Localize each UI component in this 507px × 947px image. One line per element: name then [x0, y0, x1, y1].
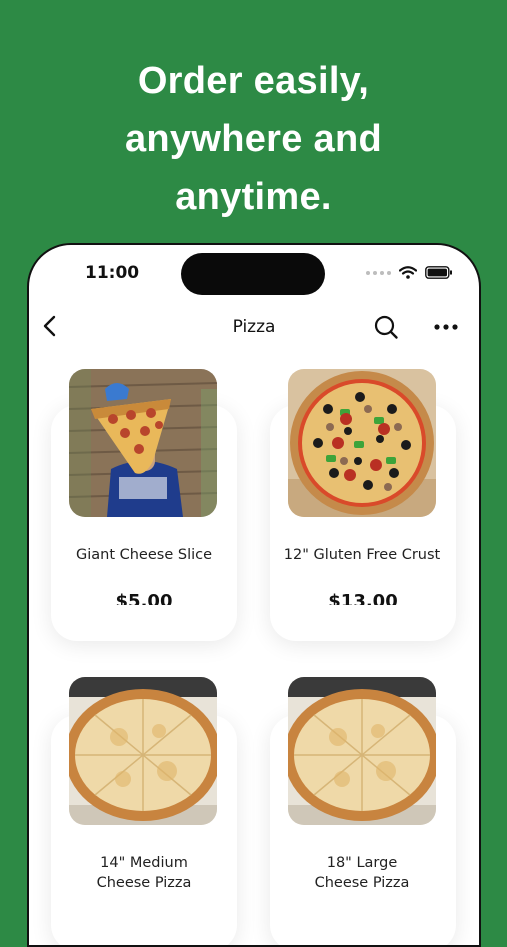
product-image-medium-cheese-pizza [69, 677, 217, 825]
product-price: $13.00 [328, 591, 398, 605]
product-price-clip: $13.00 [283, 591, 443, 605]
product-name-line-2: Cheese Pizza [96, 875, 192, 891]
product-price-clip: $5.00 [64, 591, 224, 605]
product-image-gluten-free-crust [288, 369, 436, 517]
more-horizontal-icon[interactable] [433, 319, 459, 335]
hero-line-1: Order easily, [137, 60, 370, 102]
hero-line-2: anywhere and [124, 118, 383, 160]
product-name-line-1: 18" Large [326, 855, 398, 871]
signal-icon [366, 270, 391, 275]
page-title: Pizza [232, 317, 276, 337]
battery-icon [425, 266, 452, 279]
product-name: 18" Large Cheese Pizza [262, 853, 462, 893]
product-name: Giant Cheese Slice [75, 547, 213, 563]
product-name-line-1: 14" Medium [100, 855, 188, 871]
search-icon[interactable] [373, 314, 399, 340]
product-image-giant-cheese-slice [69, 369, 217, 517]
wifi-icon [399, 266, 417, 279]
product-name: 12" Gluten Free Crust [283, 547, 441, 563]
navigation-bar: Pizza [29, 307, 479, 347]
hero-heading: Order easily, anywhere and anytime. [0, 52, 507, 226]
product-image-large-cheese-pizza [288, 677, 436, 825]
status-icons [366, 266, 453, 279]
phone-frame: 11:00 Pizza Giant Cheese Slice $5.00 12"… [27, 243, 481, 947]
product-name-line-2: Cheese Pizza [314, 875, 410, 891]
hero-line-3: anytime. [175, 176, 332, 218]
product-name: 14" Medium Cheese Pizza [44, 853, 244, 893]
status-time: 11:00 [85, 263, 140, 283]
dynamic-island [181, 253, 325, 295]
product-price: $5.00 [115, 591, 173, 605]
